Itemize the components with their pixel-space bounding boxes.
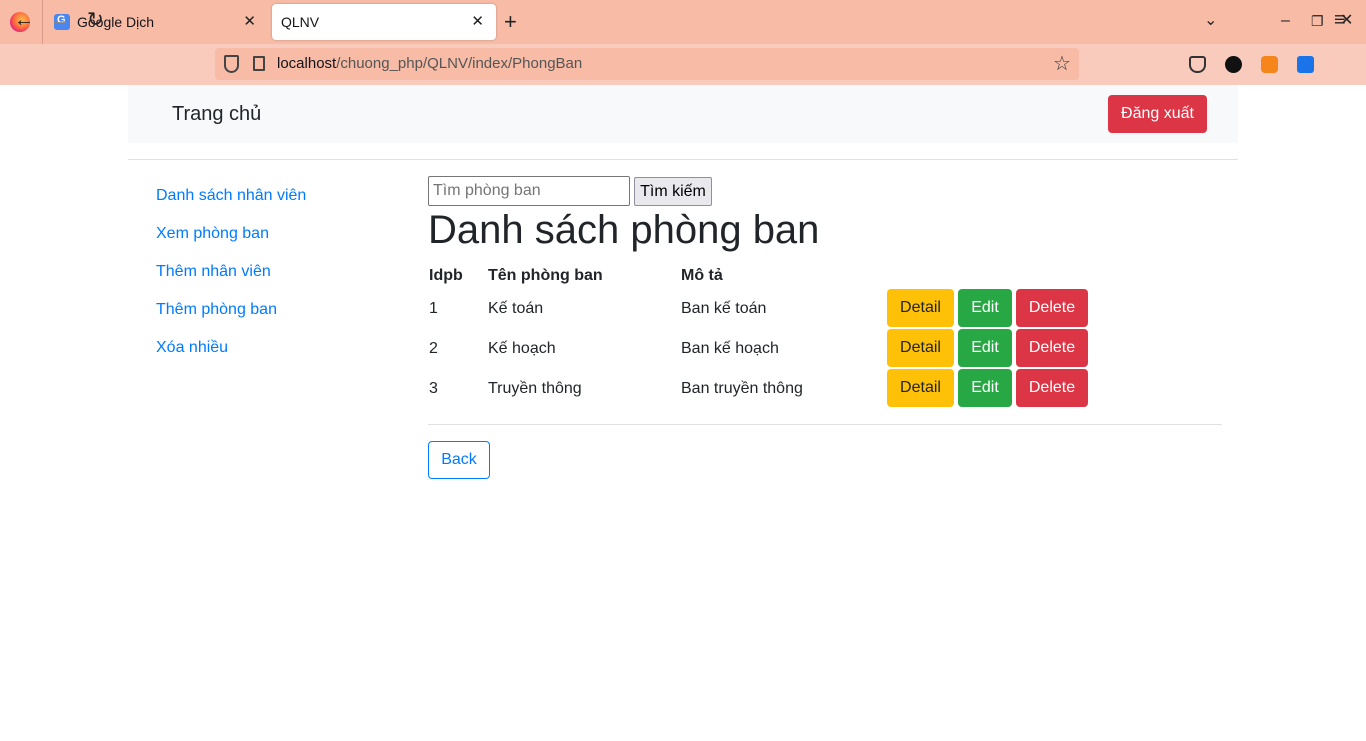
search-input[interactable] [428, 176, 630, 206]
home-link[interactable]: Trang chủ [172, 102, 261, 126]
tab-google-dich[interactable]: Google Dịch ✕ [44, 4, 268, 40]
logout-button[interactable]: Đăng xuất [1108, 95, 1207, 133]
delete-button[interactable]: Delete [1016, 369, 1088, 407]
new-tab-plus-icon[interactable]: + [504, 10, 517, 34]
page-header: Trang chủ Đăng xuất [128, 85, 1238, 143]
cell-description: Ban truyền thông [681, 380, 803, 397]
table-divider [428, 424, 1222, 425]
tab-qlnv[interactable]: QLNV ✕ [272, 4, 496, 40]
cell-id: 3 [429, 380, 438, 397]
tab-divider [42, 0, 43, 44]
edit-button[interactable]: Edit [958, 329, 1012, 367]
url-host: localhost [277, 55, 337, 72]
minimize-icon[interactable]: – [1281, 10, 1290, 32]
column-header-id: Idpb [429, 267, 463, 284]
page-info-icon[interactable] [253, 56, 265, 71]
bookmark-star-icon[interactable]: ☆ [1053, 52, 1071, 76]
cell-name: Truyền thông [488, 380, 582, 397]
cell-name: Kế toán [488, 300, 544, 317]
hamburger-menu-icon[interactable]: ≡ [1334, 8, 1346, 32]
sidebar: Danh sách nhân viên Xem phòng ban Thêm n… [156, 186, 396, 376]
detail-button[interactable]: Detail [887, 329, 954, 367]
sidebar-item-bulk-delete[interactable]: Xóa nhiều [156, 338, 396, 357]
search-button[interactable]: Tìm kiếm [634, 177, 712, 206]
list-tabs-chevron-icon[interactable]: ⌄ [1204, 10, 1217, 32]
page-title: Danh sách phòng ban [428, 208, 820, 252]
tracking-shield-icon[interactable] [224, 55, 239, 73]
sidebar-item-add-department[interactable]: Thêm phòng ban [156, 300, 396, 319]
close-tab-icon[interactable]: ✕ [471, 13, 484, 31]
edit-button[interactable]: Edit [958, 369, 1012, 407]
cell-description: Ban kế hoạch [681, 340, 779, 357]
reload-icon[interactable]: ↻ [87, 8, 104, 32]
restore-icon[interactable]: ❐ [1311, 10, 1324, 32]
tab-title: QLNV [281, 14, 320, 30]
cell-id: 1 [429, 300, 438, 317]
cell-description: Ban kế toán [681, 300, 767, 317]
header-divider [128, 159, 1238, 160]
extension-mail-icon[interactable] [1297, 56, 1314, 73]
column-header-description: Mô tả [681, 267, 723, 284]
forward-arrow-icon[interactable]: → [50, 8, 70, 32]
delete-button[interactable]: Delete [1016, 329, 1088, 367]
cell-name: Kế hoạch [488, 340, 556, 357]
delete-button[interactable]: Delete [1016, 289, 1088, 327]
sidebar-item-add-employee[interactable]: Thêm nhân viên [156, 262, 396, 281]
back-button[interactable]: Back [428, 441, 490, 479]
url-path: /chuong_php/QLNV/index/PhongBan [336, 55, 583, 72]
url-text[interactable]: localhost/chuong_php/QLNV/index/PhongBan [277, 55, 582, 73]
column-header-name: Tên phòng ban [488, 267, 603, 284]
detail-button[interactable]: Detail [887, 289, 954, 327]
back-arrow-icon[interactable]: ← [14, 8, 34, 32]
close-tab-icon[interactable]: ✕ [243, 13, 256, 31]
extension-d-icon[interactable] [1225, 56, 1242, 73]
sidebar-item-view-departments[interactable]: Xem phòng ban [156, 224, 396, 243]
metamask-fox-icon[interactable] [1261, 56, 1278, 73]
cell-id: 2 [429, 340, 438, 357]
edit-button[interactable]: Edit [958, 289, 1012, 327]
detail-button[interactable]: Detail [887, 369, 954, 407]
sidebar-item-employee-list[interactable]: Danh sách nhân viên [156, 186, 396, 205]
pocket-icon[interactable] [1189, 56, 1206, 73]
